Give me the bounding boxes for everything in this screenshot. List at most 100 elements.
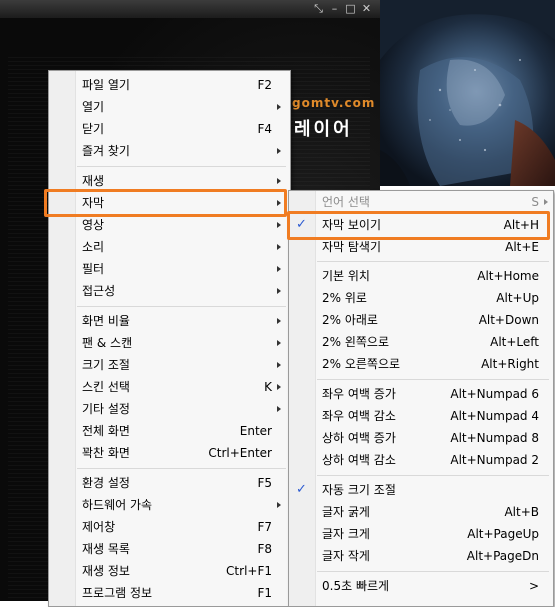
menu-item-v-margin-increase[interactable]: 상하 여백 증가 Alt+Numpad 8 xyxy=(289,427,553,449)
menu-item-label: 환경 설정 xyxy=(82,476,130,490)
menu-item-label: 재생 목록 xyxy=(82,542,130,556)
menu-item-move-right[interactable]: 2% 오른쪽으로 Alt+Right xyxy=(289,353,553,375)
menu-item-shortcut: Alt+PageDn xyxy=(466,549,539,563)
menu-item-shortcut: S xyxy=(531,195,539,209)
menu-item-label: 화면 비율 xyxy=(82,314,130,328)
menu-item-shortcut: Alt+Numpad 8 xyxy=(450,431,539,445)
menu-item-shortcut: Alt+Left xyxy=(490,335,539,349)
check-icon: ✓ xyxy=(296,217,307,232)
menu-item-playback-info[interactable]: 재생 정보 Ctrl+F1 xyxy=(49,560,290,582)
menu-item-shortcut: Alt+Down xyxy=(478,313,539,327)
menu-item-shortcut: > xyxy=(528,579,539,593)
submenu-arrow-icon xyxy=(277,148,281,154)
menu-item-pan-scan[interactable]: 팬 & 스캔 xyxy=(49,332,290,354)
menu-item-font-larger[interactable]: 글자 크게 Alt+PageUp xyxy=(289,523,553,545)
menu-item-v-margin-decrease[interactable]: 상하 여백 감소 Alt+Numpad 2 xyxy=(289,449,553,471)
menu-item-other-settings[interactable]: 기타 설정 xyxy=(49,398,290,420)
menu-item-label: 언어 선택 xyxy=(322,195,370,209)
menu-item-fullscreen[interactable]: 전체 화면 Enter xyxy=(49,420,290,442)
menu-item-move-left[interactable]: 2% 왼쪽으로 Alt+Left xyxy=(289,331,553,353)
menu-separator xyxy=(317,571,549,572)
menu-item-label: 자동 크기 조절 xyxy=(322,483,396,497)
menu-item-shortcut: Alt+Up xyxy=(496,291,539,305)
menu-item-label: 자막 탐색기 xyxy=(322,240,382,254)
menu-item-move-down[interactable]: 2% 아래로 Alt+Down xyxy=(289,309,553,331)
menu-separator xyxy=(77,166,286,167)
close-icon[interactable]: ✕ xyxy=(360,2,373,15)
menu-item-shortcut: F7 xyxy=(257,520,272,534)
menu-item-shortcut: Ctrl+F1 xyxy=(226,564,272,578)
resize-icon[interactable]: ⤡ xyxy=(312,2,325,15)
maximize-icon[interactable]: □ xyxy=(344,2,357,15)
menu-item-label: 좌우 여백 증가 xyxy=(322,387,396,401)
menu-item-language[interactable]: 언어 선택 S xyxy=(289,191,553,213)
menu-item-accessibility[interactable]: 접근성 xyxy=(49,280,290,302)
submenu-arrow-icon xyxy=(277,288,281,294)
menu-item-shortcut: Alt+E xyxy=(505,240,539,254)
menu-item-label: 파일 열기 xyxy=(82,78,130,92)
menu-item-aspect-ratio[interactable]: 화면 비율 xyxy=(49,310,290,332)
menu-item-open[interactable]: 열기 xyxy=(49,96,290,118)
menu-item-video[interactable]: 영상 xyxy=(49,214,290,236)
context-menu: 파일 열기 F2 열기 닫기 F4 즐겨 찾기 재생 자막 영상 소리 필터 접… xyxy=(48,70,291,607)
menu-item-font-smaller[interactable]: 글자 작게 Alt+PageDn xyxy=(289,545,553,567)
menu-item-auto-size[interactable]: ✓ 자동 크기 조절 xyxy=(289,479,553,501)
menu-item-label: 글자 굵게 xyxy=(322,505,370,519)
menu-item-shortcut: Alt+Numpad 4 xyxy=(450,409,539,423)
menu-item-open-file[interactable]: 파일 열기 F2 xyxy=(49,74,290,96)
menu-item-playlist[interactable]: 재생 목록 F8 xyxy=(49,538,290,560)
menu-separator xyxy=(77,468,286,469)
menu-item-label: 재생 xyxy=(82,174,105,188)
menu-item-close[interactable]: 닫기 F4 xyxy=(49,118,290,140)
menu-item-h-margin-increase[interactable]: 좌우 여백 증가 Alt+Numpad 6 xyxy=(289,383,553,405)
menu-item-audio[interactable]: 소리 xyxy=(49,236,290,258)
menu-item-label: 2% 아래로 xyxy=(322,313,378,327)
submenu-arrow-icon xyxy=(277,104,281,110)
menu-item-label: 2% 오른쪽으로 xyxy=(322,357,401,371)
menu-item-default-position[interactable]: 기본 위치 Alt+Home xyxy=(289,265,553,287)
menu-item-fill-screen[interactable]: 꽉찬 화면 Ctrl+Enter xyxy=(49,442,290,464)
menu-item-move-up[interactable]: 2% 위로 Alt+Up xyxy=(289,287,553,309)
menu-item-h-margin-decrease[interactable]: 좌우 여백 감소 Alt+Numpad 4 xyxy=(289,405,553,427)
menu-item-shortcut: Alt+Right xyxy=(481,357,539,371)
menu-item-label: 자막 보이기 xyxy=(322,218,382,232)
menu-item-label: 제어창 xyxy=(82,520,116,534)
menu-item-label: 2% 왼쪽으로 xyxy=(322,335,390,349)
menu-item-show-subtitles[interactable]: ✓ 자막 보이기 Alt+H xyxy=(289,214,553,236)
menu-item-shortcut: F4 xyxy=(257,122,272,136)
menu-item-label: 좌우 여백 감소 xyxy=(322,409,396,423)
submenu-arrow-icon xyxy=(277,244,281,250)
submenu-arrow-icon xyxy=(277,502,281,508)
menu-item-subtitles[interactable]: 자막 xyxy=(49,192,290,214)
menu-item-filter[interactable]: 필터 xyxy=(49,258,290,280)
menu-item-label: 꽉찬 화면 xyxy=(82,446,130,460)
menu-item-sync-faster[interactable]: 0.5초 빠르게 > xyxy=(289,575,553,597)
menu-item-label: 소리 xyxy=(82,240,105,254)
menu-item-bold[interactable]: 글자 굵게 Alt+B xyxy=(289,501,553,523)
menu-item-shortcut: F8 xyxy=(257,542,272,556)
menu-item-shortcut: F2 xyxy=(257,78,272,92)
menu-item-subtitle-explorer[interactable]: 자막 탐색기 Alt+E xyxy=(289,236,553,258)
menu-separator xyxy=(317,379,549,380)
submenu-arrow-icon xyxy=(277,266,281,272)
menu-item-playback[interactable]: 재생 xyxy=(49,170,290,192)
menu-item-resize[interactable]: 크기 조절 xyxy=(49,354,290,376)
menu-item-favorites[interactable]: 즐겨 찾기 xyxy=(49,140,290,162)
menu-item-skin[interactable]: 스킨 선택 K xyxy=(49,376,290,398)
minimize-icon[interactable]: – xyxy=(328,2,341,15)
menu-item-label: 하드웨어 가속 xyxy=(82,498,153,512)
subtitle-submenu: 언어 선택 S ✓ 자막 보이기 Alt+H 자막 탐색기 Alt+E 기본 위… xyxy=(288,190,554,607)
brand-url: gomtv.com xyxy=(292,96,376,110)
menu-item-preferences[interactable]: 환경 설정 F5 xyxy=(49,472,290,494)
menu-item-hw-acceleration[interactable]: 하드웨어 가속 xyxy=(49,494,290,516)
menu-item-label: 크기 조절 xyxy=(82,358,130,372)
menu-item-label: 스킨 선택 xyxy=(82,380,130,394)
submenu-arrow-icon xyxy=(277,406,281,412)
menu-item-control-panel[interactable]: 제어창 F7 xyxy=(49,516,290,538)
menu-item-shortcut: Alt+PageUp xyxy=(467,527,539,541)
menu-item-shortcut: Alt+B xyxy=(504,505,539,519)
menu-item-label: 글자 작게 xyxy=(322,549,370,563)
menu-item-label: 0.5초 빠르게 xyxy=(322,579,390,593)
menu-item-label: 기본 위치 xyxy=(322,269,370,283)
background-artwork xyxy=(380,0,555,186)
